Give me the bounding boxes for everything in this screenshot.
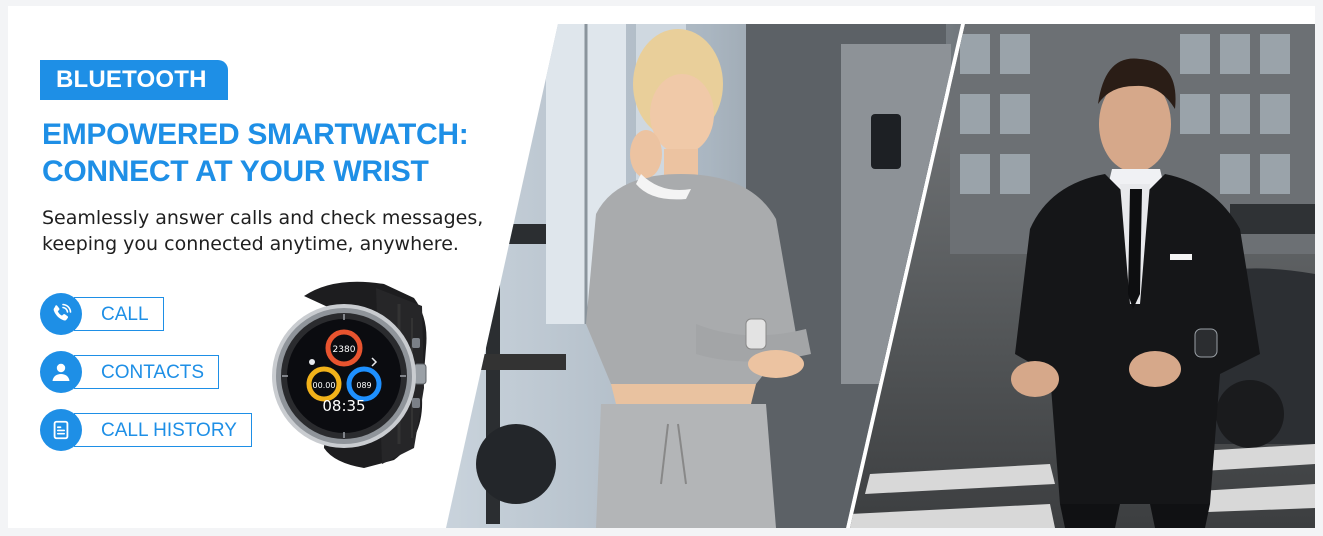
businessman-photo bbox=[850, 24, 1315, 528]
phone-icon bbox=[40, 293, 82, 335]
watch-heart-rate: 089 bbox=[356, 381, 371, 390]
bluetooth-badge: BLUETOOTH bbox=[40, 60, 228, 100]
headline: EMPOWERED SMARTWATCH: CONNECT AT YOUR WR… bbox=[42, 116, 482, 190]
subtitle: Seamlessly answer calls and check messag… bbox=[42, 205, 484, 257]
feature-call-history: CALL HISTORY bbox=[40, 409, 252, 451]
feature-call-label: CALL bbox=[74, 297, 164, 331]
banner-card: BLUETOOTH EMPOWERED SMARTWATCH: CONNECT … bbox=[8, 6, 1315, 528]
smartwatch-image: 2380 00.00 089 08:35 bbox=[272, 281, 427, 468]
feature-contacts: CONTACTS bbox=[40, 351, 220, 393]
subtitle-line-1: Seamlessly answer calls and check messag… bbox=[42, 207, 484, 229]
headline-line-2: CONNECT AT YOUR WRIST bbox=[42, 155, 429, 188]
watch-small-value: 00.00 bbox=[313, 381, 336, 390]
watch-time: 08:35 bbox=[322, 397, 365, 415]
person-icon bbox=[40, 351, 82, 393]
document-icon bbox=[40, 409, 82, 451]
headline-line-1: EMPOWERED SMARTWATCH: bbox=[42, 118, 469, 151]
subtitle-line-2: keeping you connected anytime, anywhere. bbox=[42, 233, 459, 255]
watch-steps: 2380 bbox=[333, 345, 356, 355]
feature-contacts-label: CONTACTS bbox=[74, 355, 220, 389]
feature-call: CALL bbox=[40, 293, 164, 335]
feature-call-history-label: CALL HISTORY bbox=[74, 413, 252, 447]
